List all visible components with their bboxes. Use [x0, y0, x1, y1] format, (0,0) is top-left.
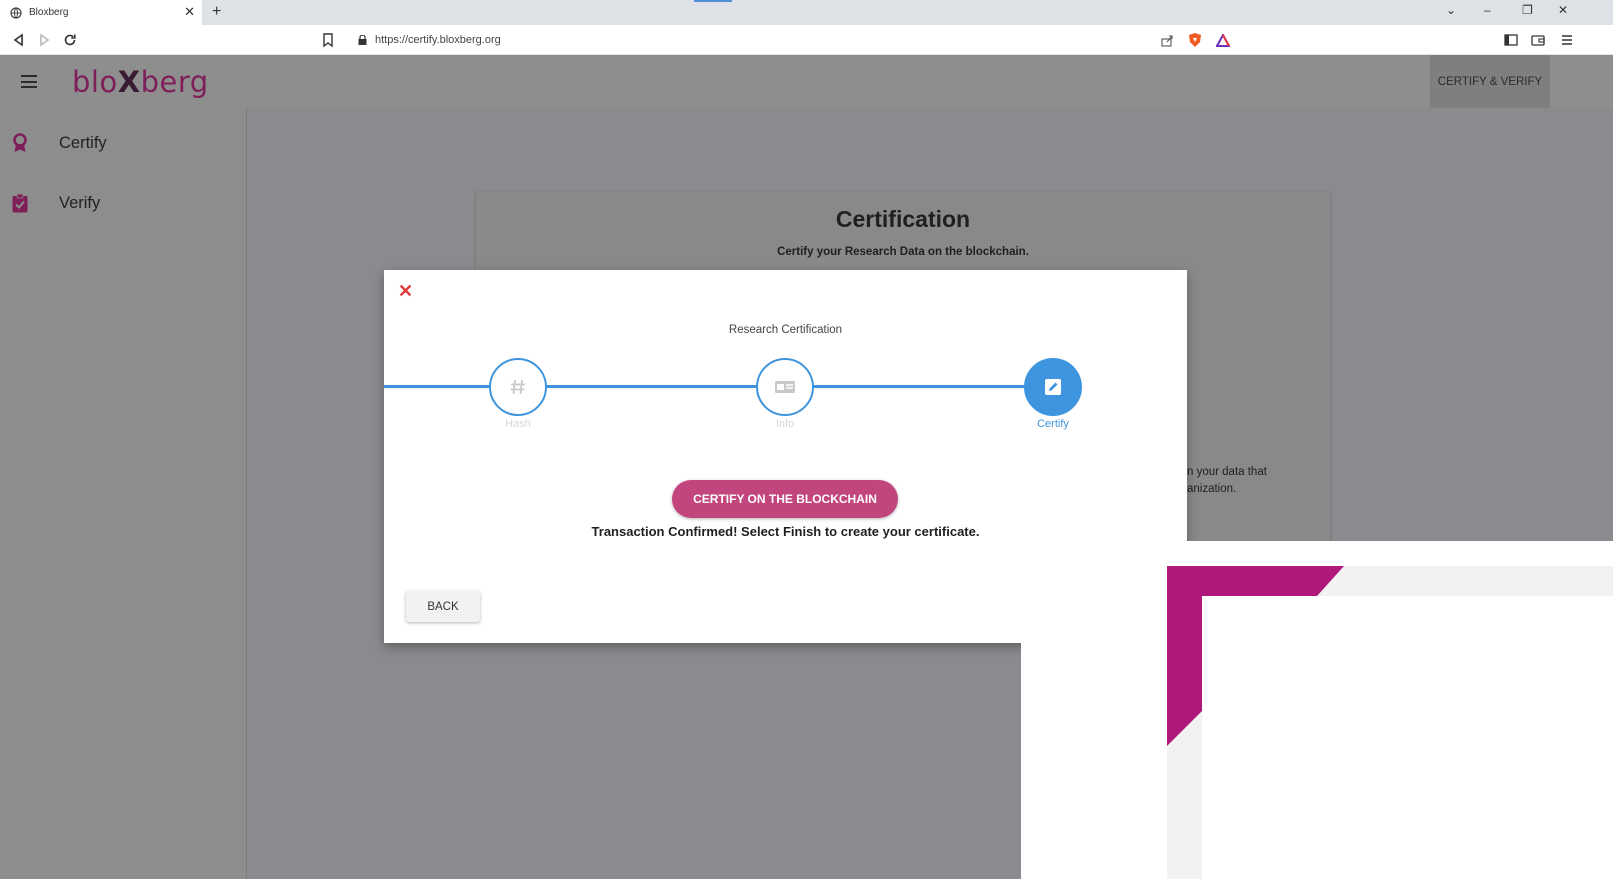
bloxberg-logo[interactable]: bloXberg: [72, 65, 209, 99]
close-tab-icon[interactable]: ✕: [184, 5, 195, 19]
sidebar-item-label: Verify: [59, 193, 101, 212]
step-hash[interactable]: [489, 358, 547, 416]
browser-tab[interactable]: Bloxberg ✕: [0, 0, 202, 25]
transaction-status: Transaction Confirmed! Select Finish to …: [591, 524, 980, 539]
stepper-line: [384, 385, 1067, 388]
step-info[interactable]: [756, 358, 814, 416]
page-subtitle: Certify your Research Data on the blockc…: [777, 246, 1029, 258]
award-icon: [13, 133, 27, 152]
bookmark-icon[interactable]: [320, 32, 336, 48]
brave-rewards-icon[interactable]: [1216, 33, 1230, 47]
sidebar-item-certify[interactable]: Certify: [0, 123, 247, 163]
reload-icon[interactable]: [62, 32, 78, 48]
share-icon[interactable]: [1161, 34, 1174, 47]
clipboard-check-icon: [12, 193, 28, 213]
sidebar-toggle-icon[interactable]: [1503, 32, 1519, 48]
minimize-icon[interactable]: –: [1484, 3, 1491, 17]
tab-title: Bloxberg: [29, 7, 69, 18]
dialog-title: Research Certification: [728, 324, 843, 336]
restore-icon[interactable]: ❐: [1522, 3, 1533, 17]
edit-icon: [1045, 379, 1061, 395]
certificate-corner-ribbon: [1167, 566, 1344, 746]
close-icon[interactable]: ✕: [398, 282, 413, 300]
sidebar-item-verify[interactable]: Verify: [0, 183, 247, 223]
forward-arrow-icon[interactable]: [36, 32, 52, 48]
certify-on-blockchain-button[interactable]: CERTIFY ON THE BLOCKCHAIN: [672, 480, 898, 518]
url-text: https://certify.bloxberg.org: [375, 34, 501, 46]
menu-icon[interactable]: [1558, 32, 1574, 48]
certify-verify-nav-button[interactable]: CERTIFY & VERIFY: [1430, 55, 1550, 108]
hash-icon: [510, 379, 525, 395]
tab-search-icon[interactable]: ⌄: [1446, 3, 1456, 17]
brave-shield-icon[interactable]: [1188, 32, 1202, 48]
logo-text-right: berg: [140, 65, 209, 99]
app-header: bloXberg CERTIFY & VERIFY: [0, 55, 1613, 108]
step-label-certify: Certify: [1037, 418, 1069, 430]
hamburger-menu-icon[interactable]: [21, 75, 37, 88]
step-certify[interactable]: [1024, 358, 1082, 416]
window-close-icon[interactable]: ✕: [1558, 3, 1568, 17]
new-tab-icon[interactable]: +: [212, 3, 221, 21]
tab-indicator: [694, 0, 732, 2]
page-title: Certification: [835, 206, 971, 232]
browser-tab-bar: Bloxberg ✕ + ⌄ – ❐ ✕: [0, 0, 1613, 25]
wallet-icon[interactable]: [1530, 32, 1546, 48]
logo-text-x: X: [117, 65, 141, 99]
back-button[interactable]: BACK: [406, 591, 480, 622]
card-description-fragment: n your data that anization.: [1187, 464, 1267, 498]
logo-text-left: blo: [72, 65, 118, 99]
card-fragment-line-2: anization.: [1187, 483, 1237, 495]
sidebar: Certify Verify: [0, 108, 247, 879]
back-arrow-icon[interactable]: [11, 32, 27, 48]
address-bar[interactable]: https://certify.bloxberg.org: [348, 29, 1238, 51]
step-label-hash: Hash: [505, 418, 531, 430]
sidebar-item-label: Certify: [59, 133, 107, 152]
browser-toolbar: https://certify.bloxberg.org: [0, 25, 1613, 55]
step-label-info: Info: [775, 418, 795, 430]
id-card-icon: [775, 381, 795, 393]
lock-icon: [358, 35, 367, 45]
card-fragment-line-1: n your data that: [1187, 466, 1267, 478]
certificate-preview: [1021, 541, 1613, 879]
globe-icon: [10, 6, 22, 19]
